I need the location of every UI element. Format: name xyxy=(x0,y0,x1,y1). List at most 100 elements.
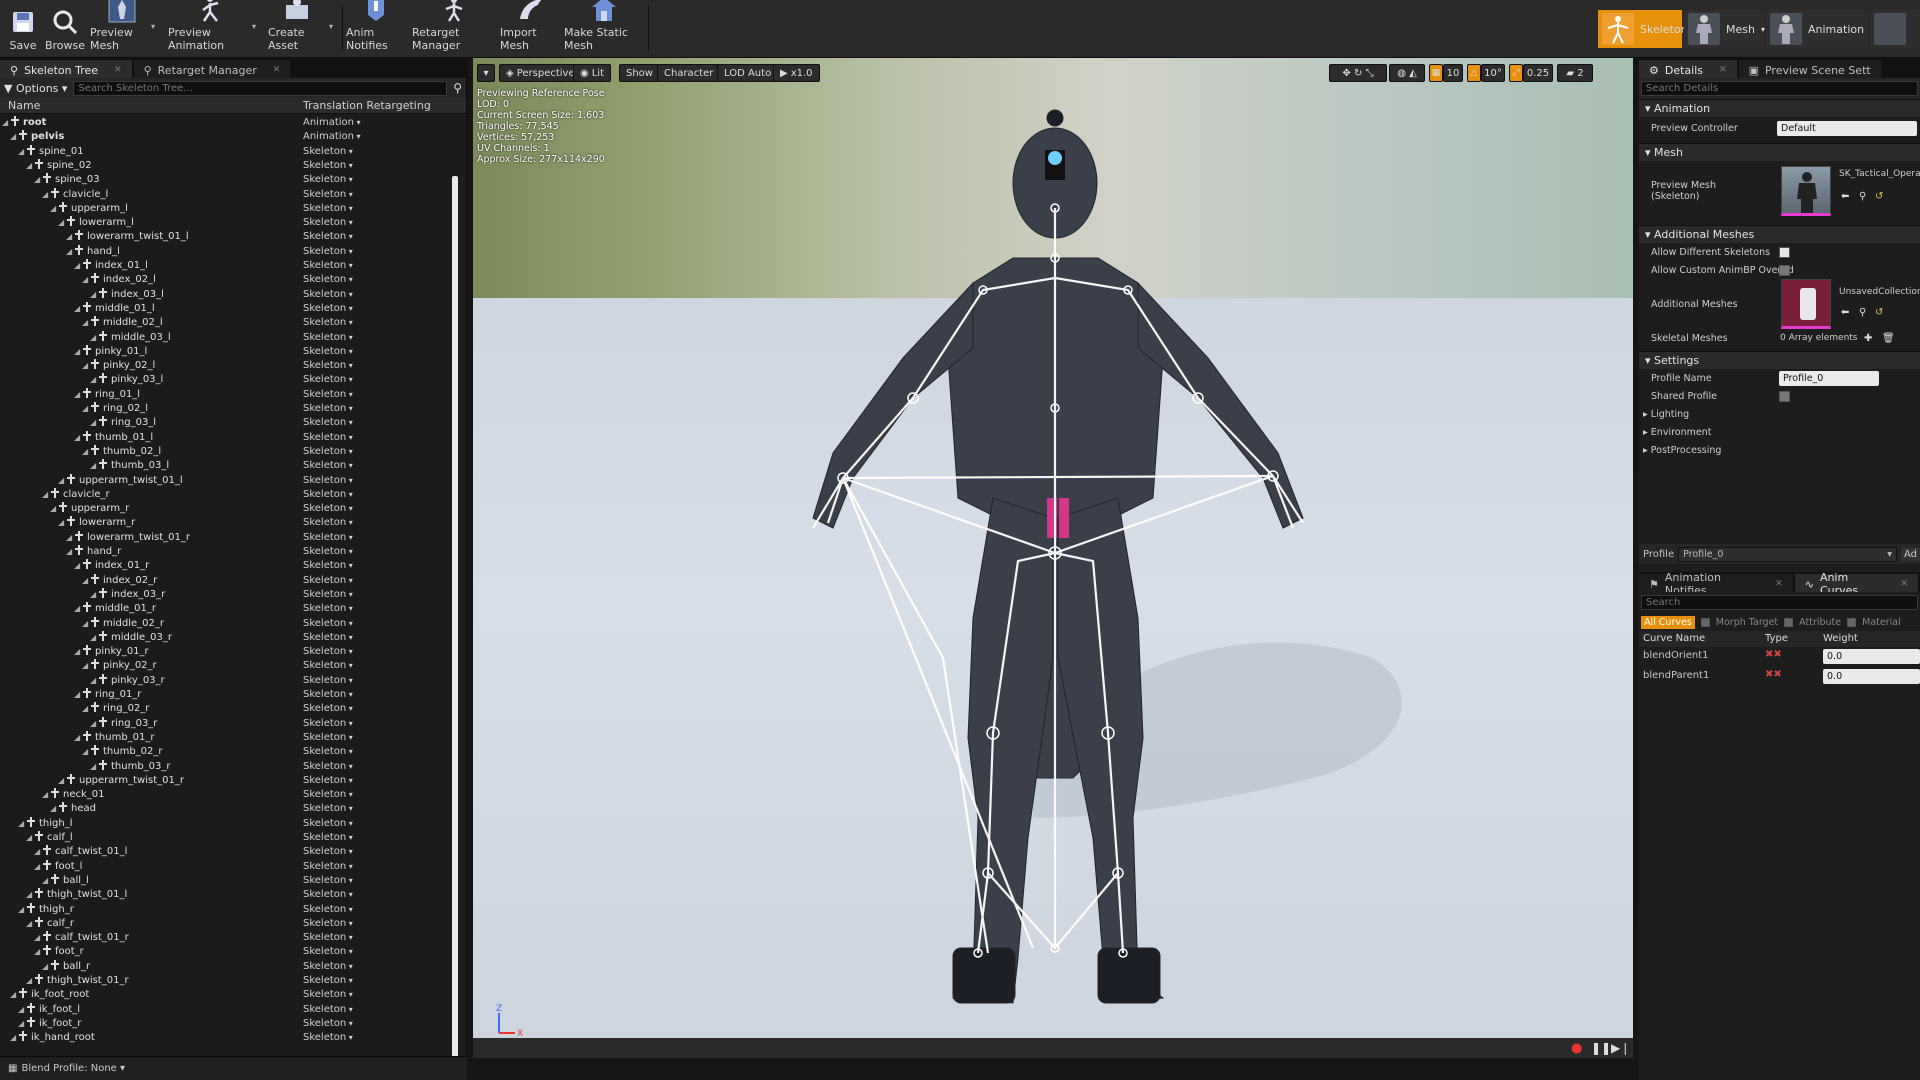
retarget-mode-dropdown[interactable]: Skeleton xyxy=(303,931,353,945)
settings-section-header[interactable]: ▾ Settings xyxy=(1639,351,1920,369)
retarget-mode-dropdown[interactable]: Skeleton xyxy=(303,331,353,345)
retarget-mode-dropdown[interactable]: Skeleton xyxy=(303,373,353,387)
retarget-mode-dropdown[interactable]: Skeleton xyxy=(303,188,353,202)
camera-speed-button[interactable]: ▰ 2 xyxy=(1557,64,1593,82)
retarget-mode-dropdown[interactable]: Skeleton xyxy=(303,273,353,287)
retarget-mode-dropdown[interactable]: Skeleton xyxy=(303,431,353,445)
expand-arrow-icon[interactable]: ◢ xyxy=(18,1017,24,1031)
retarget-mode-dropdown[interactable]: Skeleton xyxy=(303,745,353,759)
tree-row[interactable]: ◢ ring_02_l Skeleton xyxy=(0,402,455,416)
retarget-mode-dropdown[interactable]: Skeleton xyxy=(303,774,353,788)
rotation-snap-value[interactable]: 10° xyxy=(1481,64,1505,82)
retarget-mode-dropdown[interactable]: Skeleton xyxy=(303,445,353,459)
tab-preview-scene-settings[interactable]: ▣ Preview Scene Sett xyxy=(1738,60,1881,78)
tree-row[interactable]: ◢ ik_foot_root Skeleton xyxy=(0,988,455,1002)
retarget-mode-dropdown[interactable]: Skeleton xyxy=(303,416,353,430)
expand-arrow-icon[interactable]: ◢ xyxy=(90,760,96,774)
preview-mesh-thumbnail[interactable] xyxy=(1781,166,1831,216)
expand-arrow-icon[interactable]: ◢ xyxy=(26,831,32,845)
expand-arrow-icon[interactable]: ◢ xyxy=(34,173,40,187)
tree-row[interactable]: ◢ ik_hand_root Skeleton xyxy=(0,1031,455,1044)
attribute-checkbox[interactable] xyxy=(1784,617,1794,627)
curve-row[interactable]: blendParent1 ✖✖ 0.0 xyxy=(1639,667,1920,687)
expand-arrow-icon[interactable]: ◢ xyxy=(82,617,88,631)
tree-row[interactable]: ◢ root Animation xyxy=(0,116,455,130)
expand-arrow-icon[interactable]: ◢ xyxy=(90,331,96,345)
retarget-mode-dropdown[interactable]: Skeleton xyxy=(303,917,353,931)
expand-arrow-icon[interactable]: ◢ xyxy=(90,373,96,387)
tree-row[interactable]: ◢ lowerarm_twist_01_r Skeleton xyxy=(0,530,455,545)
transform-mode-group[interactable]: ✥ ↻ ⤡ xyxy=(1329,64,1387,82)
tree-row[interactable]: ◢ upperarm_l Skeleton xyxy=(0,201,455,216)
add-profile-button[interactable]: Ad xyxy=(1900,547,1920,561)
rotation-snap-toggle[interactable]: △ xyxy=(1467,64,1481,82)
expand-arrow-icon[interactable]: ◢ xyxy=(50,802,56,816)
tree-row[interactable]: ◢ ball_l Skeleton xyxy=(0,873,455,888)
additional-meshes-name[interactable]: UnsavedCollection xyxy=(1839,287,1920,297)
preview-controller-select[interactable]: Default xyxy=(1777,120,1917,136)
expand-arrow-icon[interactable]: ◢ xyxy=(90,631,96,645)
retarget-mode-dropdown[interactable]: Skeleton xyxy=(303,316,353,330)
expand-arrow-icon[interactable]: ◢ xyxy=(34,931,40,945)
retarget-mode-dropdown[interactable]: Skeleton xyxy=(303,1003,353,1017)
preview-viewport[interactable]: ▾ ◈ Perspective ◉ Lit Show Character LOD A… xyxy=(473,58,1633,1058)
retarget-mode-dropdown[interactable]: Skeleton xyxy=(303,230,353,244)
retarget-manager-button[interactable]: Retarget Manager xyxy=(412,0,496,54)
expand-arrow-icon[interactable]: ◢ xyxy=(74,688,80,702)
tab-details[interactable]: ⚙ Details ✕ xyxy=(1639,60,1737,78)
expand-arrow-icon[interactable]: ◢ xyxy=(82,359,88,373)
tree-row[interactable]: ◢ ring_01_r Skeleton xyxy=(0,688,455,702)
expand-arrow-icon[interactable]: ◢ xyxy=(18,145,24,159)
expand-arrow-icon[interactable]: ◢ xyxy=(10,1031,16,1044)
expand-arrow-icon[interactable]: ◢ xyxy=(26,974,32,988)
tree-row[interactable]: ◢ index_02_l Skeleton xyxy=(0,273,455,287)
tree-row[interactable]: ◢ thumb_02_l Skeleton xyxy=(0,444,455,459)
close-icon[interactable]: ✕ xyxy=(1719,65,1727,75)
lod-button[interactable]: LOD Auto xyxy=(717,64,779,82)
retarget-mode-dropdown[interactable]: Skeleton xyxy=(303,516,353,530)
expand-arrow-icon[interactable]: ◢ xyxy=(90,717,96,731)
retarget-mode-dropdown[interactable]: Skeleton xyxy=(303,874,353,888)
tab-retarget-manager[interactable]: ⚲ Retarget Manager ✕ xyxy=(133,60,291,78)
scale-snap-value[interactable]: 0.25 xyxy=(1523,64,1553,82)
retarget-mode-dropdown[interactable]: Skeleton xyxy=(303,216,353,230)
profile-name-input[interactable]: Profile_0 xyxy=(1779,370,1879,386)
expand-arrow-icon[interactable]: ◢ xyxy=(82,273,88,287)
close-icon[interactable]: ✕ xyxy=(1775,579,1783,589)
retarget-mode-dropdown[interactable]: Skeleton xyxy=(303,731,353,745)
expand-arrow-icon[interactable]: ◢ xyxy=(82,445,88,459)
retarget-mode-dropdown[interactable]: Skeleton xyxy=(303,402,353,416)
tree-row[interactable]: ◢ thumb_03_l Skeleton xyxy=(0,459,455,473)
expand-arrow-icon[interactable]: ◢ xyxy=(90,416,96,430)
tree-row[interactable]: ◢ middle_02_r Skeleton xyxy=(0,616,455,631)
preview-mesh-name[interactable]: SK_Tactical_Operat xyxy=(1839,169,1920,179)
retarget-mode-dropdown[interactable]: Skeleton xyxy=(303,903,353,917)
retarget-mode-dropdown[interactable]: Skeleton xyxy=(303,288,353,302)
tree-row[interactable]: ◢ ik_foot_l Skeleton xyxy=(0,1002,455,1017)
expand-arrow-icon[interactable]: ◢ xyxy=(42,788,48,802)
tree-row[interactable]: ◢ foot_r Skeleton xyxy=(0,945,455,959)
tree-row[interactable]: ◢ calf_r Skeleton xyxy=(0,916,455,931)
lighting-row[interactable]: ▸ Lighting xyxy=(1639,405,1920,423)
retarget-mode-dropdown[interactable]: Skeleton xyxy=(303,474,353,488)
retarget-mode-dropdown[interactable]: Skeleton xyxy=(303,1017,353,1031)
close-icon[interactable]: ✕ xyxy=(114,65,122,75)
viewport-options-button[interactable]: ▾ xyxy=(477,64,495,82)
expand-arrow-icon[interactable]: ◢ xyxy=(58,216,64,230)
retarget-mode-dropdown[interactable]: Skeleton xyxy=(303,173,353,187)
step-forward-icon[interactable]: ▶❘ xyxy=(1611,1041,1630,1055)
retarget-mode-dropdown[interactable]: Skeleton xyxy=(303,159,353,173)
tree-row[interactable]: ◢ thumb_01_r Skeleton xyxy=(0,730,455,745)
tree-row[interactable]: ◢ hand_l Skeleton xyxy=(0,244,455,259)
retarget-mode-dropdown[interactable]: Skeleton xyxy=(303,631,353,645)
expand-arrow-icon[interactable]: ◢ xyxy=(74,302,80,316)
tree-row[interactable]: ◢ clavicle_l Skeleton xyxy=(0,187,455,202)
retarget-mode-dropdown[interactable]: Skeleton xyxy=(303,688,353,702)
mode-extra-button[interactable] xyxy=(1870,10,1920,48)
record-icon[interactable]: ● xyxy=(1571,1041,1582,1056)
perspective-button[interactable]: ◈ Perspective xyxy=(499,64,582,82)
expand-arrow-icon[interactable]: ◢ xyxy=(18,817,24,831)
curve-search-input[interactable] xyxy=(1641,595,1918,610)
scale-snap-toggle[interactable]: ⤢ xyxy=(1509,64,1523,82)
delete-curve-icon[interactable]: ✖✖ xyxy=(1765,669,1782,680)
